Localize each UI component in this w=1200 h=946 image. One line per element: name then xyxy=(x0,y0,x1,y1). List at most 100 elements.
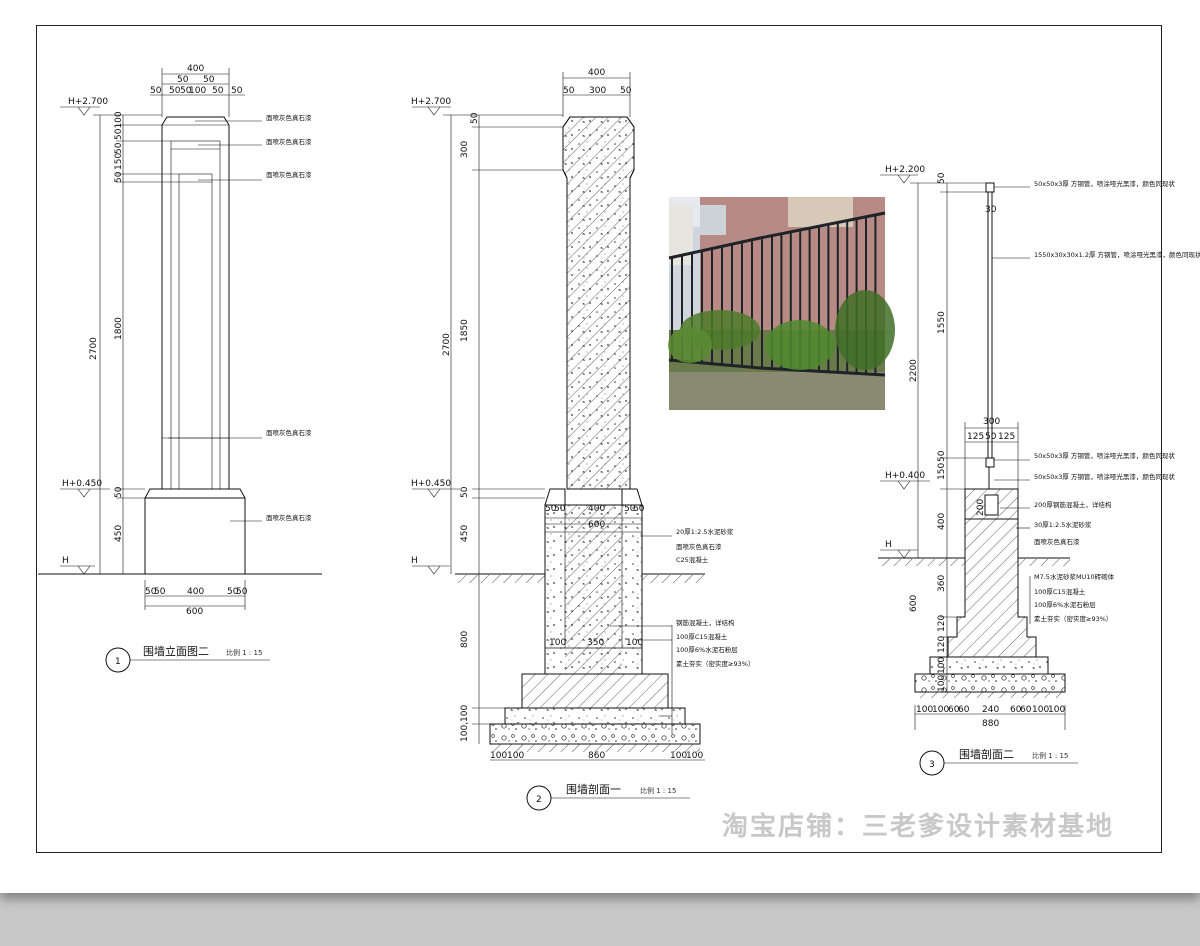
note-9: 100厚6%水泥石粉层 xyxy=(1034,600,1096,609)
elevation-drawing-1: H+2.700 H+0.450 H 400 50 50 50 50 50 100… xyxy=(38,64,322,673)
drawing-title: 围墙剖面二 xyxy=(959,747,1014,761)
dim-top-overall: 400 xyxy=(187,64,204,74)
note-8: 100厚C15混凝土 xyxy=(1034,587,1086,596)
level-mid: H+0.450 xyxy=(62,479,102,489)
level-top: H+2.200 xyxy=(885,165,925,175)
note-3: 50x50x3厚 方钢管，喷涂哑光黑漆，颜色同现状 xyxy=(1034,472,1175,481)
dim-post-c: 50 xyxy=(985,432,997,442)
dim-bottom-7: 100 xyxy=(1032,705,1049,715)
drawing-scale: 比例 1 : 15 xyxy=(1032,751,1068,760)
note-1: 面喷灰色真石漆 xyxy=(676,542,722,551)
dim-footing-b: 350 xyxy=(587,638,604,648)
dim-left-e: 50 xyxy=(937,450,947,462)
level-top: H+2.700 xyxy=(68,97,108,107)
dim-bottom-e: 100 xyxy=(686,751,703,761)
dim-bottom-c: 400 xyxy=(187,587,204,597)
section-drawing-2: H+2.700 H+0.450 H 400 50 300 50 50 300 1… xyxy=(411,68,754,811)
dim-left-d: 150 xyxy=(937,463,947,480)
note-10: 素土夯实（密实度≥93%） xyxy=(1034,614,1112,623)
dim-top-a: 50 xyxy=(563,86,575,96)
dim-left-h: 600 xyxy=(909,595,919,612)
dim-bottom-8: 100 xyxy=(1048,705,1065,715)
note-4: 200厚钢筋混凝土，详结构 xyxy=(1034,500,1112,509)
dim-left-d: 2700 xyxy=(442,333,452,356)
dim-top-row-5: 50 xyxy=(231,86,243,96)
dim-bottom-0: 100 xyxy=(916,705,933,715)
dim-left-a: 50 xyxy=(937,172,947,184)
dim-left-stack: 50100 xyxy=(114,111,124,140)
note-2: 50x50x3厚 方钢管，喷涂哑光黑漆，颜色同现状 xyxy=(1034,451,1175,460)
level-ground: H xyxy=(62,556,69,566)
dim-top-row-4: 50 xyxy=(212,86,224,96)
dim-bottom-b: 100 xyxy=(507,751,524,761)
dim-top-row-3: 100 xyxy=(189,86,206,96)
note-3: 钢筋混凝土，详结构 xyxy=(676,618,735,627)
dim-left-c: 1850 xyxy=(460,319,470,342)
dim-left-b: 1550 xyxy=(937,311,947,334)
drawing-number: 3 xyxy=(929,760,935,770)
drawing-number: 2 xyxy=(536,795,542,805)
dim-left-50c: 50 xyxy=(114,171,124,183)
dim-left-50: 50 xyxy=(114,486,124,498)
dim-top-row-1: 50 xyxy=(169,86,181,96)
level-top: H+2.700 xyxy=(411,97,451,107)
dim-top-row-0: 50 xyxy=(150,86,162,96)
dim-bottom-6: 60 xyxy=(1020,705,1032,715)
note-7: M7.5水泥砂浆MU10砖砌体 xyxy=(1034,572,1115,581)
dim-left-h: 100,100 xyxy=(460,705,470,742)
dim-left-2700: 2700 xyxy=(89,337,99,360)
dim-left-j: 120 xyxy=(937,636,947,653)
dim-top-b: 50 xyxy=(203,75,215,85)
note-0: 面喷灰色真石漆 xyxy=(266,113,312,122)
note-6: 面喷灰色真石漆 xyxy=(1034,537,1080,546)
dim-top-b: 300 xyxy=(589,86,606,96)
note-1: 面喷灰色真石漆 xyxy=(266,137,312,146)
dim-mid-e: 50 xyxy=(633,504,645,514)
dim-bottom-d: 100 xyxy=(670,751,687,761)
dim-mid-c: 400 xyxy=(588,504,605,514)
dim-left-e: 50 xyxy=(460,486,470,498)
note-2: 面喷灰色真石漆 xyxy=(266,170,312,179)
dim-left-f: 400 xyxy=(937,513,947,530)
level-mid: H+0.450 xyxy=(411,479,451,489)
dim-post-a: 30 xyxy=(985,205,997,215)
dim-mid-total: 600 xyxy=(588,520,605,530)
note-5: 100厚6%水泥石粉层 xyxy=(676,645,738,654)
dim-post-b: 125 xyxy=(967,432,984,442)
dim-bottom-total: 880 xyxy=(982,719,999,729)
note-2: C25混凝土 xyxy=(676,555,709,564)
level-ground: H xyxy=(885,540,892,550)
site-photo xyxy=(668,197,895,410)
dim-left-f: 450 xyxy=(460,525,470,542)
dim-bottom-3: 60 xyxy=(958,705,970,715)
section-drawing-3: H+2.200 H+0.400 H 50 1550 2200 150 50 40… xyxy=(878,165,1200,776)
dim-mid-b: 50 xyxy=(554,504,566,514)
dim-left-g: 800 xyxy=(460,631,470,648)
drawing-number: 1 xyxy=(115,657,121,667)
dim-post-d: 125 xyxy=(998,432,1015,442)
note-4: 100厚C15混凝土 xyxy=(676,632,728,641)
level-mid: H+0.400 xyxy=(885,471,925,481)
cad-drawing: H+2.700 H+0.450 H 400 50 50 50 50 50 100… xyxy=(38,64,1200,811)
dim-bottom-4: 240 xyxy=(982,705,999,715)
note-0: 50x50x3厚 方钢管，喷涂哑光黑漆，颜色同现状 xyxy=(1034,179,1175,188)
dim-bottom-e: 50 xyxy=(236,587,248,597)
note-5: 30厚1:2.5水泥砂浆 xyxy=(1034,520,1092,529)
note-1: 1550x30x30x1.2厚 方钢管，喷涂哑光黑漆，颜色同现状 xyxy=(1034,250,1200,259)
dim-left-i: 120 xyxy=(937,615,947,632)
dim-bottom-c: 860 xyxy=(588,751,605,761)
note-0: 20厚1:2.5水泥砂浆 xyxy=(676,527,734,536)
dim-left-c: 2200 xyxy=(909,359,919,382)
dim-left-k: 100 xyxy=(937,657,947,674)
dim-post-e: 200 xyxy=(976,499,986,516)
dim-footing-a: 100 xyxy=(549,638,566,648)
dim-left-450: 450 xyxy=(114,525,124,542)
dim-bottom-a: 100 xyxy=(490,751,507,761)
dim-top-c: 50 xyxy=(620,86,632,96)
dim-bottom-total: 600 xyxy=(186,607,203,617)
level-ground: H xyxy=(411,556,418,566)
dim-post-total: 300 xyxy=(983,417,1000,427)
dim-left-150: 150 xyxy=(114,153,124,170)
note-6: 素土夯实（密实度≥93%） xyxy=(676,659,754,668)
dim-bottom-1: 100 xyxy=(932,705,949,715)
